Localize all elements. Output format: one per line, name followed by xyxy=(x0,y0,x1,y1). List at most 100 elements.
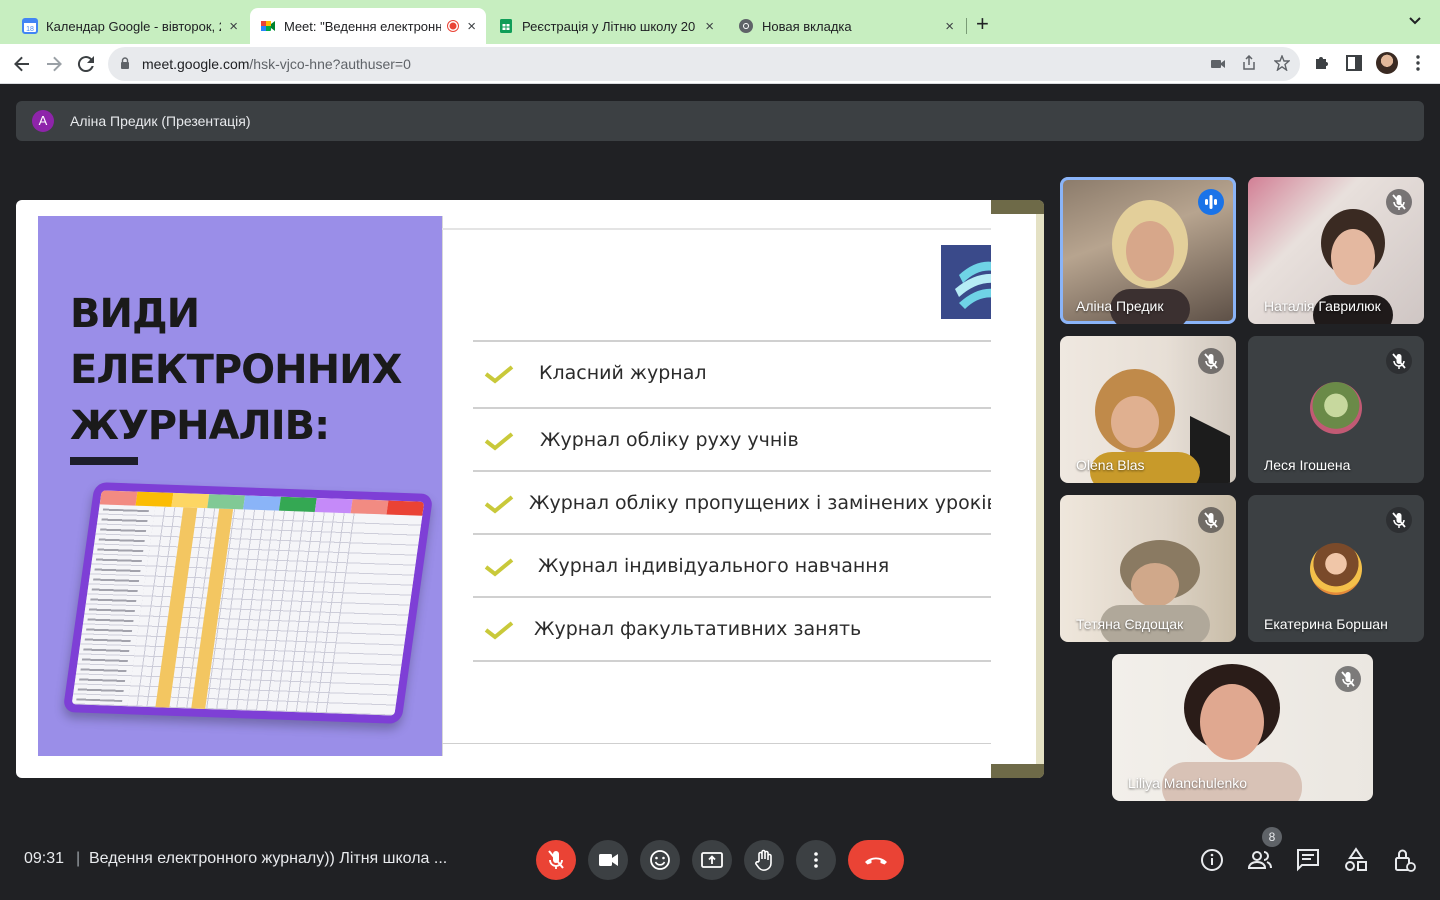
muted-indicator xyxy=(1386,189,1412,215)
checkmark-icon xyxy=(484,621,514,640)
mic-off-icon xyxy=(1204,353,1218,369)
participant-tile[interactable]: Аліна Предик xyxy=(1060,177,1236,324)
participant-name: Тетяна Євдощак xyxy=(1076,616,1184,632)
checkmark-icon xyxy=(484,558,514,577)
slide-top-rule xyxy=(442,228,1036,230)
slide-list-text: Журнал обліку пропущених і замінених уро… xyxy=(529,492,998,514)
slide-list-end-rule xyxy=(473,660,1035,664)
checkmark-icon xyxy=(484,495,514,514)
forward-arrow-icon[interactable] xyxy=(42,52,66,76)
heading-line: ЕЛЕКТРОННИХ xyxy=(70,347,402,393)
extensions-puzzle-icon[interactable] xyxy=(1313,54,1331,72)
tab-close-button[interactable]: × xyxy=(229,18,238,35)
participant-name: Аліна Предик xyxy=(1076,298,1164,314)
raise-hand-button[interactable] xyxy=(744,840,784,880)
heading-line: ВИДИ xyxy=(70,291,200,337)
meet-stage: A Аліна Предик (Презентація) ВИДИ ЕЛЕКТР… xyxy=(0,85,1440,900)
presentation-slide: ВИДИ ЕЛЕКТРОННИХ ЖУРНАЛІВ: Класний журна… xyxy=(16,200,1044,778)
side-panel-icon[interactable] xyxy=(1345,54,1363,72)
activities-shapes-icon[interactable] xyxy=(1342,846,1370,874)
chrome-icon xyxy=(739,19,753,33)
mic-off-icon xyxy=(1341,671,1355,687)
people-icon[interactable] xyxy=(1246,846,1274,874)
title-separator: | xyxy=(76,850,81,867)
tab-search-chevron-icon[interactable] xyxy=(1408,14,1422,28)
chat-icon[interactable] xyxy=(1294,846,1322,874)
participant-tile[interactable]: Наталія Гаврилюк xyxy=(1248,177,1424,324)
google-sheets-icon xyxy=(500,19,512,33)
participant-tile[interactable]: Liliya Manchulenko xyxy=(1112,654,1373,801)
kebab-menu-icon[interactable] xyxy=(1410,54,1426,72)
speaking-indicator xyxy=(1198,189,1224,215)
tab-google-sheets[interactable]: Реєстрація у Літню школу 20 × xyxy=(488,8,724,44)
microphone-toggle-button[interactable] xyxy=(536,840,576,880)
tab-title: Meet: "Ведення електронн xyxy=(284,18,442,34)
slide-list-text: Журнал факультативних занять xyxy=(534,618,862,640)
tab-close-button[interactable]: × xyxy=(467,18,476,35)
slide-bottom-rule xyxy=(442,743,1036,744)
slide-list-text: Журнал обліку руху учнів xyxy=(540,429,799,451)
host-controls-lock-icon[interactable] xyxy=(1390,846,1418,874)
participant-tile[interactable]: Тетяна Євдощак xyxy=(1060,495,1236,642)
tab-title: Новая вкладка xyxy=(762,18,852,34)
present-screen-button[interactable] xyxy=(692,840,732,880)
slide-list-item: Журнал факультативних занять xyxy=(473,596,1035,660)
slide-list-text: Класний журнал xyxy=(539,362,707,384)
tablet-illustration xyxy=(62,482,434,724)
meeting-title: Ведення електронного журналу)) Літня шко… xyxy=(89,850,448,867)
svg-text:18: 18 xyxy=(26,26,34,33)
tab-new-tab[interactable]: Новая вкладка × xyxy=(728,8,964,44)
meeting-clock: 09:31 xyxy=(24,850,65,867)
slide-list-item: Журнал обліку руху учнів xyxy=(473,407,1035,471)
checkmark-icon xyxy=(484,365,514,384)
participant-name: Liliya Manchulenko xyxy=(1128,775,1248,791)
slide-heading: ВИДИ ЕЛЕКТРОННИХ ЖУРНАЛІВ: xyxy=(70,286,402,454)
reload-icon[interactable] xyxy=(74,52,98,76)
muted-indicator xyxy=(1198,507,1224,533)
presentation-banner[interactable]: A Аліна Предик (Презентація) xyxy=(16,101,1424,141)
meeting-controls-bar: 09:31 | Ведення електронного журналу)) Л… xyxy=(0,820,1440,900)
profile-avatar[interactable] xyxy=(1376,52,1398,74)
tab-close-button[interactable]: × xyxy=(945,18,954,35)
tab-google-meet[interactable]: Meet: "Ведення електронн × xyxy=(250,8,486,44)
participant-avatar xyxy=(1310,382,1362,434)
tab-close-button[interactable]: × xyxy=(705,18,714,35)
camera-in-use-icon[interactable] xyxy=(1210,57,1226,71)
slide-divider xyxy=(442,216,443,756)
participant-tile[interactable]: Olena Blas xyxy=(1060,336,1236,483)
leave-call-button[interactable] xyxy=(848,840,904,880)
more-options-button[interactable] xyxy=(796,840,836,880)
participant-tile[interactable]: Леся Ігошена xyxy=(1248,336,1424,483)
participant-name: Леся Ігошена xyxy=(1264,457,1351,473)
muted-indicator xyxy=(1198,348,1224,374)
slide-list-item: Класний журнал xyxy=(473,340,1035,404)
video-camera-icon xyxy=(599,854,618,866)
bookmark-star-icon[interactable] xyxy=(1274,55,1290,71)
back-arrow-icon[interactable] xyxy=(10,52,34,76)
participant-tile[interactable]: Екатерина Боршан xyxy=(1248,495,1424,642)
reactions-button[interactable] xyxy=(640,840,680,880)
mic-off-icon xyxy=(1392,512,1406,528)
heading-underline xyxy=(70,457,138,465)
new-tab-button[interactable]: + xyxy=(976,12,989,36)
share-icon[interactable] xyxy=(1242,55,1256,71)
tab-separator xyxy=(966,18,967,34)
address-bar[interactable]: meet.google.com/hsk-vjco-hne?authuser=0 xyxy=(108,47,1300,81)
browser-toolbar: meet.google.com/hsk-vjco-hne?authuser=0 xyxy=(0,44,1440,84)
slide-left-panel: ВИДИ ЕЛЕКТРОННИХ ЖУРНАЛІВ: xyxy=(38,216,442,756)
tab-google-calendar[interactable]: 18 Календар Google - вівторок, 2 × xyxy=(12,8,248,44)
camera-toggle-button[interactable] xyxy=(588,840,628,880)
url-text[interactable]: meet.google.com/hsk-vjco-hne?authuser=0 xyxy=(142,56,411,72)
participant-count-badge: 8 xyxy=(1262,827,1282,847)
tab-title: Календар Google - вівторок, 2 xyxy=(46,18,222,34)
lock-icon[interactable] xyxy=(120,57,130,69)
meeting-details-info-icon[interactable] xyxy=(1198,846,1226,874)
hand-icon xyxy=(755,849,772,871)
participant-avatar xyxy=(1310,543,1362,595)
slide-list-item: Журнал індивідуального навчання xyxy=(473,533,1035,597)
slide-list-item: Журнал обліку пропущених і замінених уро… xyxy=(473,470,1035,534)
participant-name: Olena Blas xyxy=(1076,457,1145,473)
google-calendar-icon: 18 xyxy=(22,18,38,34)
checkmark-icon xyxy=(484,432,514,451)
url-path: /hsk-vjco-hne?authuser=0 xyxy=(249,56,411,72)
